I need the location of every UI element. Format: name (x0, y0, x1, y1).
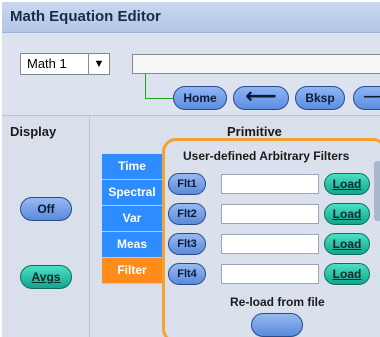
math-source-dropdown[interactable]: Math 1 ▼ (20, 53, 110, 75)
scrollbar-thumb[interactable] (374, 161, 380, 221)
tab-spectral[interactable]: Spectral (102, 180, 162, 206)
connector-line (145, 73, 146, 98)
tab-meas[interactable]: Meas (102, 232, 162, 258)
back-arrow-button[interactable]: ⟵ (233, 83, 289, 110)
tab-filter[interactable]: Filter (102, 258, 162, 284)
tab-var[interactable]: Var (102, 206, 162, 232)
more-button[interactable]: — (353, 86, 380, 110)
arbitrary-filters-panel: User-defined Arbitrary Filters Flt1 Load… (162, 138, 380, 337)
display-title: Display (10, 124, 57, 139)
math-equation-editor-window: Math Equation Editor Math 1 ▼ Home ⟵ Bks… (2, 2, 380, 337)
tab-time[interactable]: Time (102, 154, 162, 180)
flt3-load-button[interactable]: Load (324, 233, 370, 255)
window-title: Math Equation Editor (10, 8, 161, 25)
flt4-button[interactable]: Flt4 (168, 263, 206, 285)
flt2-button[interactable]: Flt2 (168, 203, 206, 225)
flt1-file-field[interactable] (221, 174, 319, 194)
flt2-file-field[interactable] (221, 204, 319, 224)
flt2-load-button[interactable]: Load (324, 203, 370, 225)
primitive-category-tabs: Time Spectral Var Meas Filter (102, 154, 162, 300)
filters-title: User-defined Arbitrary Filters (183, 149, 350, 163)
backspace-button[interactable]: Bksp (295, 86, 345, 110)
title-bar: Math Equation Editor (2, 2, 380, 33)
editor-body: Display Off Avgs Primitive Time Spectral… (2, 115, 380, 337)
reload-from-file-button[interactable] (251, 313, 303, 337)
flt4-load-button[interactable]: Load (324, 263, 370, 285)
flt3-file-field[interactable] (221, 234, 319, 254)
display-off-button[interactable]: Off (20, 197, 72, 221)
connector-line (145, 98, 173, 99)
flt1-button[interactable]: Flt1 (168, 173, 206, 195)
home-button[interactable]: Home (173, 86, 227, 110)
display-section: Display Off Avgs (2, 116, 90, 337)
dropdown-arrow-icon[interactable]: ▼ (88, 54, 109, 74)
reload-from-file-label: Re-load from file (230, 295, 325, 309)
equation-input[interactable] (132, 54, 380, 74)
flt4-file-field[interactable] (221, 264, 319, 284)
primitive-title: Primitive (227, 124, 282, 139)
equation-area: Math 1 ▼ Home ⟵ Bksp — (2, 33, 380, 115)
left-arrow-icon: ⟵ (245, 83, 277, 108)
avgs-button[interactable]: Avgs (20, 265, 72, 289)
minus-icon: — (364, 88, 380, 105)
math-source-value: Math 1 (27, 56, 67, 71)
flt1-load-button[interactable]: Load (324, 173, 370, 195)
flt3-button[interactable]: Flt3 (168, 233, 206, 255)
